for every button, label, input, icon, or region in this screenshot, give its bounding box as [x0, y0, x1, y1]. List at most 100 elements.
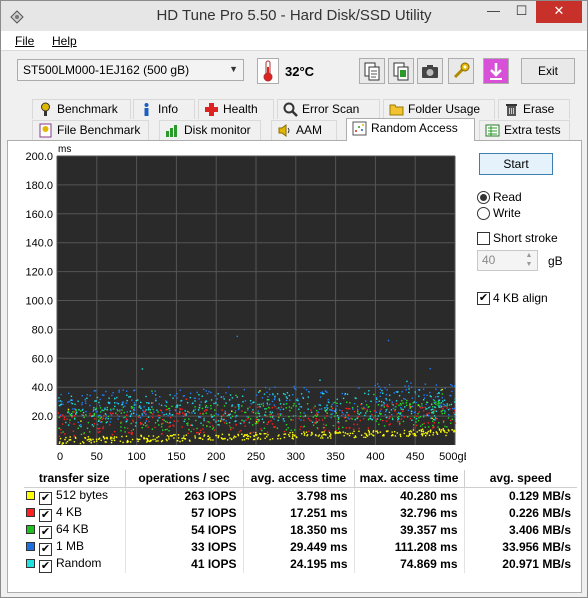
stroke-size-stepper[interactable]: 40 ▲ ▼: [477, 250, 538, 271]
data-point: [283, 436, 286, 439]
data-point: [370, 433, 372, 435]
data-point: [421, 423, 424, 426]
minimize-button[interactable]: —: [480, 1, 507, 23]
menu-help-label: Help: [52, 34, 77, 48]
write-radio[interactable]: Write: [477, 206, 521, 220]
data-point: [66, 440, 69, 443]
menu-file[interactable]: File: [15, 34, 34, 48]
data-point: [413, 401, 415, 403]
data-point: [435, 410, 438, 412]
data-point: [140, 434, 142, 437]
data-point: [383, 401, 385, 404]
data-point: [116, 396, 118, 399]
chevron-up-icon[interactable]: ▲: [522, 251, 536, 260]
tab-info[interactable]: Info: [133, 99, 195, 119]
drive-select[interactable]: ST500LM000-1EJ162 (500 gB) ▼: [17, 59, 244, 81]
tab-health[interactable]: Health: [198, 99, 274, 119]
tab-error-scan[interactable]: Error Scan: [277, 99, 380, 119]
read-radio[interactable]: Read: [477, 190, 522, 204]
tab-disk-monitor[interactable]: Disk monitor: [159, 120, 261, 140]
data-point: [278, 416, 280, 419]
tab-random-access[interactable]: Random Access: [346, 118, 475, 141]
data-point: [71, 415, 73, 417]
data-point: [430, 417, 432, 419]
tab-aam[interactable]: AAM: [271, 120, 337, 140]
data-point: [191, 412, 193, 414]
data-point: [299, 428, 301, 431]
data-point: [336, 414, 339, 417]
data-point: [366, 409, 369, 411]
data-point: [426, 433, 428, 435]
drive-select-value: ST500LM000-1EJ162 (500 gB): [23, 63, 190, 77]
data-point: [402, 397, 405, 400]
data-point: [115, 436, 118, 438]
data-point: [107, 418, 109, 420]
data-point: [220, 396, 223, 398]
data-point: [451, 385, 453, 387]
tab-file-benchmark[interactable]: File Benchmark: [32, 120, 149, 140]
align-checkbox[interactable]: ✔ 4 KB align: [477, 291, 548, 305]
data-point: [65, 421, 67, 424]
title-bar[interactable]: HD Tune Pro 5.50 - Hard Disk/SSD Utility…: [1, 1, 587, 31]
avg-cell: 24.195 ms: [243, 555, 355, 573]
data-point: [126, 411, 128, 413]
data-point: [347, 417, 349, 419]
exit-button[interactable]: Exit: [521, 58, 575, 84]
data-point: [320, 392, 322, 394]
data-point: [266, 435, 268, 438]
data-point: [334, 410, 337, 413]
data-point: [268, 398, 270, 401]
data-point: [303, 431, 305, 433]
start-button[interactable]: Start: [479, 153, 553, 175]
data-point: [331, 407, 334, 409]
data-point: [126, 440, 128, 443]
max-cell: 111.208 ms: [354, 538, 465, 556]
copy-text-button[interactable]: [359, 58, 385, 84]
close-button[interactable]: ✕: [536, 1, 582, 23]
save-button[interactable]: [483, 58, 509, 84]
data-point: [440, 389, 442, 392]
data-point: [441, 396, 444, 399]
data-point: [346, 401, 348, 403]
data-point: [347, 414, 349, 416]
data-point: [119, 440, 122, 442]
data-point: [361, 407, 363, 409]
series-checkbox[interactable]: ✔: [39, 491, 52, 505]
thermometer-icon: [257, 58, 279, 84]
column-header: avg. speed: [464, 470, 577, 488]
data-point: [137, 440, 139, 443]
series-checkbox[interactable]: ✔: [39, 542, 52, 556]
screenshot-button[interactable]: [417, 58, 443, 84]
data-point: [438, 428, 441, 430]
data-point: [408, 432, 411, 435]
series-checkbox[interactable]: ✔: [39, 559, 52, 573]
temperature-readout: 32°C: [285, 64, 315, 79]
data-point: [125, 402, 128, 404]
copy-info-button[interactable]: [388, 58, 414, 84]
data-point: [101, 394, 104, 396]
maximize-button[interactable]: ☐: [508, 1, 535, 23]
chevron-down-icon[interactable]: ▼: [522, 260, 536, 269]
options-button[interactable]: [448, 58, 474, 84]
data-point: [201, 407, 204, 410]
tab-folder-usage[interactable]: Folder Usage: [383, 99, 495, 119]
data-point: [177, 413, 179, 415]
series-checkbox[interactable]: ✔: [39, 508, 52, 522]
data-point: [282, 417, 285, 420]
short-stroke-checkbox[interactable]: Short stroke: [477, 231, 558, 245]
data-point: [399, 422, 401, 425]
data-point: [303, 412, 305, 414]
data-point: [235, 424, 237, 426]
data-point: [129, 396, 132, 398]
tab-extra-tests[interactable]: Extra tests: [479, 120, 570, 140]
data-point: [293, 429, 296, 431]
data-point: [133, 404, 136, 406]
data-point: [422, 416, 425, 418]
menu-help[interactable]: Help: [52, 34, 77, 48]
data-point: [320, 408, 323, 410]
data-point: [150, 412, 153, 414]
tab-erase[interactable]: Erase: [498, 99, 570, 119]
tab-benchmark[interactable]: Benchmark: [32, 99, 131, 119]
data-point: [81, 403, 83, 406]
series-checkbox[interactable]: ✔: [39, 525, 52, 539]
